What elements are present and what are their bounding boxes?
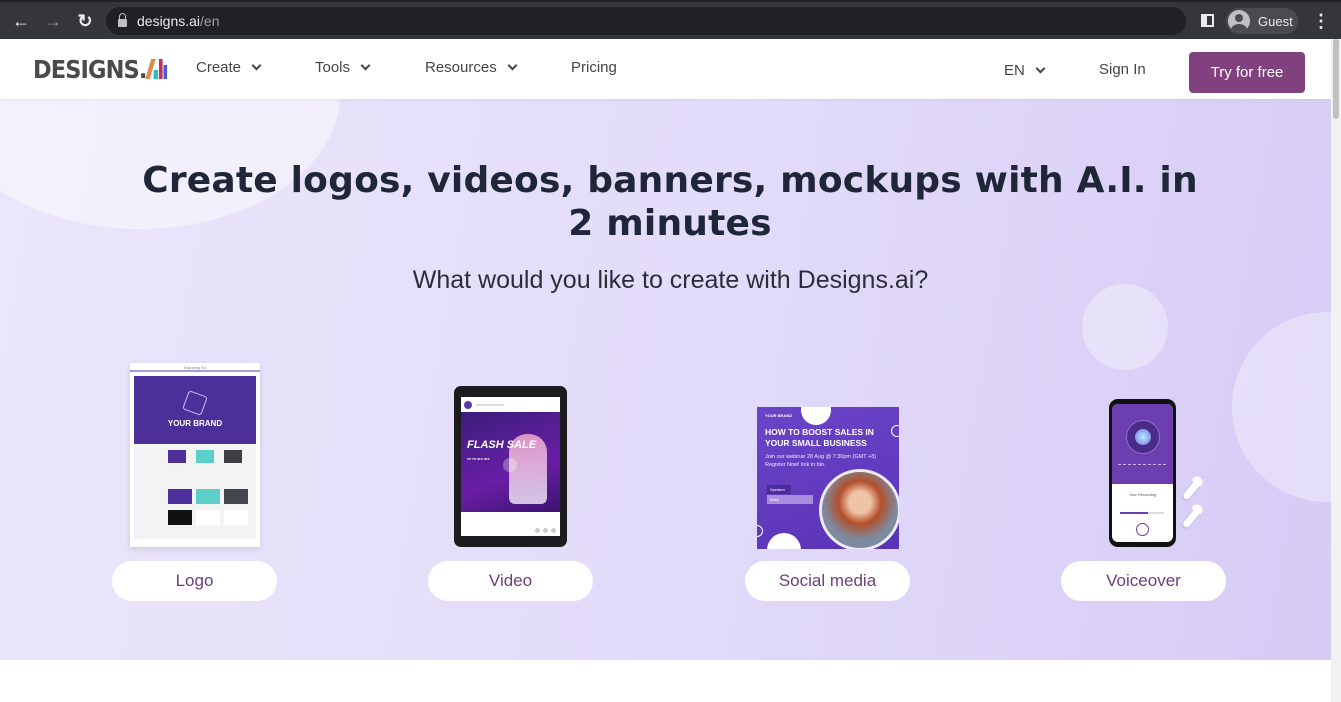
polyhedron-icon <box>182 389 208 416</box>
recording-title: Your Recording <box>1128 492 1157 497</box>
nav-pricing-label: Pricing <box>571 59 617 76</box>
post-actions <box>535 528 556 533</box>
social-media-preview-image[interactable]: YOUR BRAND HOW TO BOOST SALES IN YOUR SM… <box>757 407 899 549</box>
social-brand: YOUR BRAND <box>765 413 793 418</box>
social-title: HOW TO BOOST SALES IN YOUR SMALL BUSINES… <box>765 427 874 448</box>
post-header <box>461 397 560 412</box>
chevron-down-icon <box>1035 63 1046 74</box>
lock-icon[interactable] <box>118 13 127 27</box>
decor-dot <box>767 533 801 549</box>
recording-panel <box>1112 404 1173 484</box>
phone-screen: Your Recording <box>1112 404 1173 542</box>
nav-pricing[interactable]: Pricing <box>571 59 617 76</box>
chevron-down-icon <box>360 60 371 71</box>
video-preview-image[interactable]: FLASH SALE UP TO 30% OFF <box>454 386 567 547</box>
variation-tile <box>224 489 248 504</box>
waveform <box>1118 464 1166 470</box>
nav-create-label: Create <box>196 59 242 76</box>
color-palette-section <box>134 444 256 539</box>
flash-sub: UP TO 30% OFF <box>467 457 490 461</box>
decor-dot <box>801 407 831 425</box>
avatar <box>464 400 472 409</box>
try-for-free-button[interactable]: Try for free <box>1189 52 1305 93</box>
url-path: /en <box>200 13 220 29</box>
flash-title: FLASH SALE <box>467 439 537 451</box>
tablet-screen: FLASH SALE UP TO 30% OFF <box>461 397 560 536</box>
next-section <box>0 660 1331 702</box>
swatch <box>224 450 242 463</box>
voiceover-preview-image[interactable]: Your Recording <box>1109 399 1176 547</box>
speaker-label: Speaker <box>767 485 791 494</box>
play-icon <box>503 458 517 472</box>
variation-tile <box>168 510 192 525</box>
nav-resources-label: Resources <box>425 59 497 76</box>
page-scrollbar[interactable] <box>1331 39 1341 702</box>
avatar-icon <box>1228 10 1250 32</box>
swatch <box>196 450 214 463</box>
nav-tools[interactable]: Tools <box>315 59 371 76</box>
category-video-button[interactable]: Video <box>428 561 593 601</box>
kebab-menu-icon[interactable]: ⋮ <box>1312 11 1330 31</box>
speaker-photo <box>819 469 899 549</box>
logo-text: DESIGNS. <box>33 54 147 84</box>
hero-headline: Create logos, videos, banners, mockups w… <box>142 160 1198 244</box>
brand-banner: YOUR BRAND <box>134 376 256 444</box>
nav-resources[interactable]: Resources <box>425 59 518 76</box>
chevron-down-icon <box>507 60 518 71</box>
logo-ai-mark <box>145 59 168 79</box>
back-arrow-icon[interactable]: ← <box>8 8 34 34</box>
profile-label: Guest <box>1258 13 1293 29</box>
decorative-circle <box>1082 284 1168 370</box>
kit-title: Branding Kit <box>130 363 260 372</box>
hero-section: Create logos, videos, banners, mockups w… <box>0 99 1331 660</box>
speaker-tag: Speaker Abby <box>767 485 813 509</box>
hero-subtitle: What would you like to create with Desig… <box>412 266 929 294</box>
forward-arrow-icon[interactable]: → <box>40 8 66 34</box>
variation-tile <box>224 510 248 525</box>
site-logo[interactable]: DESIGNS. <box>33 54 168 84</box>
reload-icon[interactable]: ↻ <box>72 8 98 34</box>
nav-create[interactable]: Create <box>196 59 262 76</box>
progress-bar <box>1120 512 1164 514</box>
swatch <box>168 450 186 463</box>
flash-sale-text: FLASH SALE UP TO 30% OFF <box>467 440 536 465</box>
site-header: DESIGNS. Create Tools Resources Pricing … <box>0 39 1331 99</box>
brand-text: YOUR BRAND <box>167 418 223 428</box>
microphone-icon <box>1126 420 1160 454</box>
play-icon <box>1136 523 1149 536</box>
url-host: designs.ai <box>137 13 201 29</box>
variation-tile <box>196 489 220 504</box>
category-logo-button[interactable]: Logo <box>112 561 277 601</box>
category-social-media-button[interactable]: Social media <box>745 561 910 601</box>
decorative-circle <box>1232 312 1331 502</box>
language-label: EN <box>1004 62 1025 79</box>
profile-button[interactable]: Guest <box>1226 8 1298 34</box>
side-panel-icon[interactable] <box>1201 14 1214 27</box>
decor-ring <box>757 525 763 537</box>
variation-tile <box>168 489 192 504</box>
category-voiceover-button[interactable]: Voiceover <box>1061 561 1226 601</box>
web-page: DESIGNS. Create Tools Resources Pricing … <box>0 39 1331 702</box>
address-bar[interactable]: designs.ai/en <box>106 7 1186 35</box>
speaker-name: Abby <box>767 495 813 504</box>
placeholder-line <box>476 403 504 406</box>
video-frame: FLASH SALE UP TO 30% OFF <box>461 412 560 512</box>
nav-tools-label: Tools <box>315 59 351 76</box>
scrollbar-thumb[interactable] <box>1333 39 1339 119</box>
variation-tile <box>196 510 220 525</box>
earbud-image <box>1181 507 1202 529</box>
chevron-down-icon <box>251 60 262 71</box>
logo-preview-image[interactable]: Branding Kit YOUR BRAND <box>130 363 260 547</box>
social-text: Join our webinar 28 Aug @ 7:30pm (GMT +8… <box>765 454 877 468</box>
browser-toolbar: ← → ↻ designs.ai/en Guest ⋮ <box>0 0 1341 39</box>
sign-in-link[interactable]: Sign In <box>1099 61 1146 78</box>
language-select[interactable]: EN <box>1004 62 1046 79</box>
earbud-image <box>1181 479 1202 501</box>
